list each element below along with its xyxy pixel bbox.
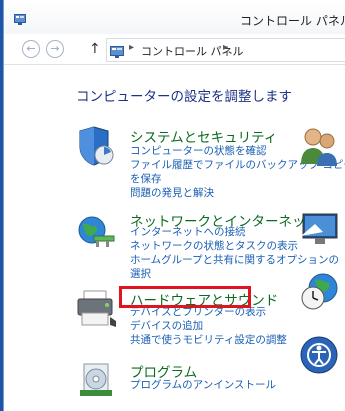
highlight-box xyxy=(119,286,251,308)
page-title: コンピューターの設定を調整します xyxy=(76,89,292,105)
address-bar[interactable]: ▸ コントロール パネル ▸ xyxy=(106,38,345,62)
back-button[interactable]: ← xyxy=(22,40,40,58)
window-title: コントロール パネル xyxy=(240,14,345,28)
navigation-bar: ← → ↑ ▸ コントロール パネル ▸ xyxy=(4,34,345,65)
link-add-device[interactable]: デバイスの追加 xyxy=(130,320,203,333)
network-globe-icon xyxy=(74,210,118,258)
category-system-security[interactable]: システムとセキュリティ xyxy=(130,126,277,146)
link-mobility-settings[interactable]: 共通で使うモビリティ設定の調整 xyxy=(130,334,287,347)
category-programs[interactable]: プログラム xyxy=(130,361,197,381)
breadcrumb-separator[interactable]: ▸ xyxy=(129,42,134,53)
link-file-history-cont[interactable]: を保存 xyxy=(130,173,162,186)
link-uninstall-program[interactable]: プログラムのアンインストール xyxy=(130,379,276,392)
link-connect-internet[interactable]: インターネットへの接続 xyxy=(130,226,246,239)
control-panel-icon xyxy=(14,10,26,29)
up-button[interactable]: ↑ xyxy=(89,41,101,57)
printer-icon xyxy=(74,287,118,333)
title-bar: コントロール パネル xyxy=(4,0,345,34)
link-homegroup-cont[interactable]: 選択 xyxy=(130,268,151,281)
control-panel-icon xyxy=(110,43,124,62)
forward-button[interactable]: → xyxy=(46,40,64,58)
clock-globe-icon[interactable] xyxy=(299,272,341,316)
link-troubleshoot[interactable]: 問題の発見と解決 xyxy=(130,187,214,200)
link-network-status[interactable]: ネットワークの状態とタスクの表示 xyxy=(130,240,298,253)
control-panel-window: コントロール パネル ← → ↑ ▸ コントロール パネル ▸ コンピューターの… xyxy=(3,0,345,411)
ease-of-access-icon[interactable] xyxy=(299,335,339,379)
shield-icon xyxy=(74,125,118,173)
link-check-status[interactable]: コンピューターの状態を確認 xyxy=(130,145,267,158)
link-homegroup[interactable]: ホームグループと共有に関するオプションの xyxy=(130,254,339,267)
breadcrumb-separator[interactable]: ▸ xyxy=(223,42,228,53)
programs-icon xyxy=(76,360,116,404)
monitor-icon[interactable] xyxy=(297,210,341,254)
breadcrumb[interactable]: コントロール パネル xyxy=(141,43,244,59)
user-accounts-icon[interactable] xyxy=(299,126,339,172)
